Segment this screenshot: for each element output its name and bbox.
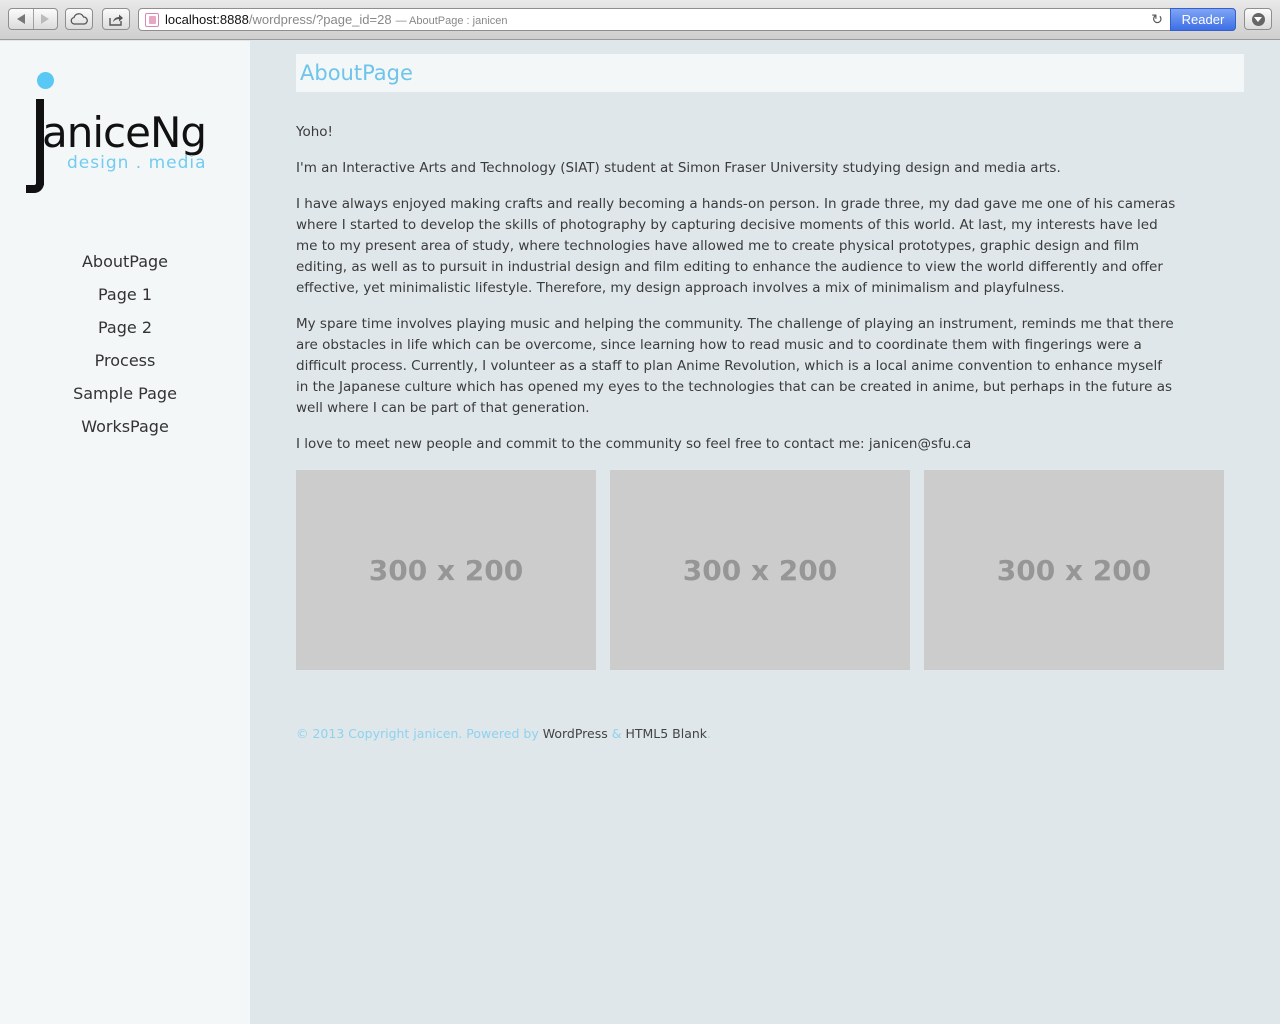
sidebar: aniceNg design . media AboutPage Page 1 …: [0, 41, 250, 1024]
url-host: localhost:8888: [165, 12, 249, 27]
logo-dot: [37, 72, 54, 89]
paragraph-greeting: Yoho!: [296, 124, 333, 140]
paragraph-spare-time: My spare time involves playing music and…: [296, 316, 1174, 416]
site-logo[interactable]: aniceNg design . media: [24, 69, 234, 199]
icloud-tabs-button[interactable]: [65, 8, 93, 30]
address-bar[interactable]: localhost:8888/wordpress/?page_id=28— Ab…: [138, 8, 1236, 31]
download-icon: [1251, 12, 1265, 26]
thumbnail-gallery: 300 x 200 300 x 200 300 x 200: [296, 470, 1224, 670]
logo-j-hook: [26, 173, 44, 193]
page-title-bar: AboutPage: [296, 54, 1244, 92]
paragraph-contact: I love to meet new people and commit to …: [296, 436, 972, 452]
thumbnail-label: 300 x 200: [996, 553, 1152, 587]
reload-icon[interactable]: ↻: [1151, 13, 1163, 27]
back-button[interactable]: [9, 9, 33, 29]
wordpress-link[interactable]: WordPress: [543, 726, 608, 741]
thumbnail-placeholder: 300 x 200: [610, 470, 910, 670]
url-text: localhost:8888/wordpress/?page_id=28— Ab…: [165, 12, 508, 27]
main-nav: AboutPage Page 1 Page 2 Process Sample P…: [0, 249, 250, 447]
share-button[interactable]: [102, 8, 130, 30]
nav-item-aboutpage[interactable]: AboutPage: [0, 249, 250, 282]
logo-name: aniceNg: [42, 108, 207, 157]
nav-item-sample-page[interactable]: Sample Page: [0, 381, 250, 414]
forward-button[interactable]: [32, 9, 57, 29]
footer-copyright: © 2013 Copyright janicen. Powered by: [296, 726, 543, 741]
forward-arrow-icon: [41, 14, 50, 24]
downloads-button[interactable]: [1244, 8, 1272, 30]
thumbnail-placeholder: 300 x 200: [296, 470, 596, 670]
nav-item-page-2[interactable]: Page 2: [0, 315, 250, 348]
nav-item-page-1[interactable]: Page 1: [0, 282, 250, 315]
site-footer: © 2013 Copyright janicen. Powered by Wor…: [296, 726, 711, 741]
browser-toolbar: localhost:8888/wordpress/?page_id=28— Ab…: [0, 0, 1280, 40]
icloud-tabs-icon: [70, 13, 88, 25]
html5-blank-link[interactable]: HTML5 Blank: [625, 726, 707, 741]
url-path: /wordpress/?page_id=28: [248, 12, 392, 27]
back-arrow-icon: [16, 14, 25, 24]
logo-tagline: design . media: [67, 153, 207, 173]
footer-amp: &: [607, 726, 626, 741]
share-icon: [109, 14, 123, 26]
reader-button[interactable]: Reader: [1170, 8, 1236, 31]
paragraph-background: I have always enjoyed making crafts and …: [296, 196, 1176, 296]
thumbnail-label: 300 x 200: [368, 553, 524, 587]
url-page-title: — AboutPage : janicen: [395, 15, 508, 27]
favicon-icon: [145, 12, 159, 27]
thumbnail-label: 300 x 200: [682, 553, 838, 587]
footer-end: .: [707, 726, 712, 741]
back-forward-buttons: [8, 8, 58, 30]
nav-item-workspage[interactable]: WorksPage: [0, 414, 250, 447]
thumbnail-placeholder: 300 x 200: [924, 470, 1224, 670]
page-content: Yoho! I'm an Interactive Arts and Techno…: [296, 122, 1176, 470]
page-title: AboutPage: [300, 61, 413, 85]
paragraph-intro: I'm an Interactive Arts and Technology (…: [296, 160, 1061, 176]
nav-item-process[interactable]: Process: [0, 348, 250, 381]
